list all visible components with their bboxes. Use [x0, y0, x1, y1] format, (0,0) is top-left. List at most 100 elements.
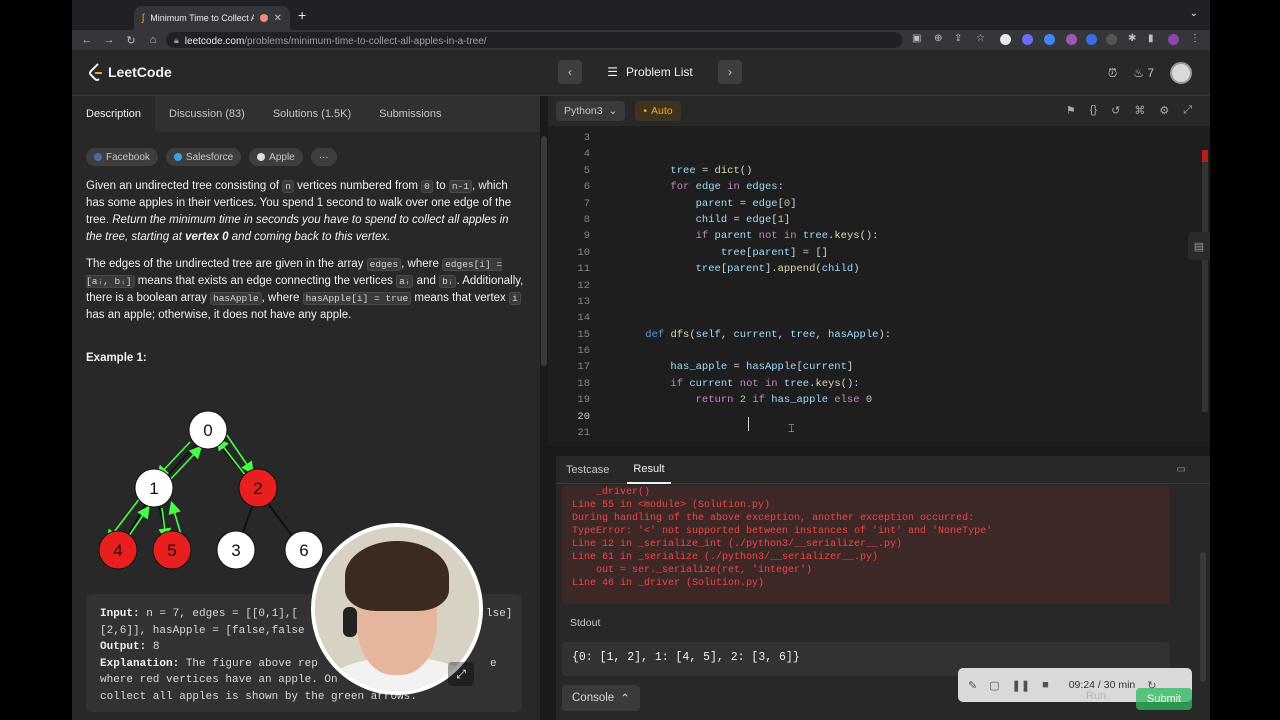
braces-icon[interactable]: {} [1090, 104, 1097, 117]
stop-icon[interactable]: ■ [1042, 679, 1049, 691]
home-icon[interactable]: ⌂ [142, 34, 164, 46]
leetcode-logo-icon [89, 63, 102, 81]
recording-indicator-icon [259, 14, 268, 22]
company-icon [94, 153, 102, 161]
puzzle-icon[interactable]: ✱ [1128, 33, 1136, 44]
tab-result[interactable]: Result [627, 456, 671, 484]
back-icon[interactable]: ← [76, 34, 98, 46]
logo-text: LeetCode [108, 64, 172, 80]
address-bar[interactable]: 🔒︎ leetcode.com/problems/minimum-time-to… [166, 32, 902, 48]
scrollbar-thumb[interactable] [1202, 162, 1208, 412]
expand-icon[interactable]: ⤢ [448, 662, 474, 686]
next-problem-button[interactable]: › [718, 60, 742, 84]
code-line: has_apple = hasApple[current] [670, 361, 854, 374]
extension-icon[interactable] [1000, 34, 1011, 45]
description-scrollbar[interactable] [540, 96, 548, 720]
tab-description[interactable]: Description [72, 96, 156, 132]
collapse-panel-icon[interactable]: ▭ [1177, 464, 1186, 475]
submit-button[interactable]: Submit [1136, 688, 1192, 710]
scrollbar-thumb[interactable] [541, 136, 547, 366]
settings-icon[interactable]: ⚙ [1159, 104, 1169, 117]
prev-problem-button[interactable]: ‹ [558, 60, 582, 84]
panel-resize-handle[interactable] [548, 446, 1210, 456]
tab-testcase[interactable]: Testcase [556, 456, 623, 484]
inline-code: aᵢ [396, 275, 414, 288]
camera-icon[interactable]: ▣ [912, 33, 921, 44]
forward-icon[interactable]: → [98, 34, 120, 46]
extension-icon[interactable] [1022, 34, 1033, 45]
tab-submissions[interactable]: Submissions [365, 96, 455, 132]
code-line: return 2 if has_apple else 0 [695, 394, 873, 407]
extension-icon[interactable] [1044, 34, 1055, 45]
browser-toolbar: ← → ↻ ⌂ 🔒︎ leetcode.com/problems/minimum… [72, 30, 1210, 50]
code-line: parent = edge[0] [695, 197, 797, 210]
webcam-toggle-icon[interactable]: ▢ [989, 679, 999, 692]
sidebar-icon[interactable]: ▮ [1148, 33, 1154, 44]
zoom-icon[interactable]: ⊕ [934, 33, 942, 44]
company-tag-apple[interactable]: Apple [249, 148, 303, 166]
problem-navigation: ‹ ☰ Problem List › [558, 60, 742, 84]
streak-counter[interactable]: ♨︎ 7 [1133, 66, 1154, 80]
code-line: if current not in tree.keys(): [670, 377, 860, 390]
input-text-end: lse] [486, 608, 513, 620]
problem-list-button[interactable]: ☰ Problem List [588, 60, 712, 84]
problem-list-label: Problem List [626, 65, 693, 79]
lock-icon: 🔒︎ [174, 34, 179, 45]
fullscreen-icon[interactable]: ⤢ [1183, 104, 1192, 117]
line-number: 15 [577, 328, 590, 341]
plus-icon[interactable]: + [298, 7, 306, 23]
browser-tab[interactable]: ʃ Minimum Time to Collect All... ✕ [134, 6, 290, 30]
menu-dots-icon[interactable]: ⋮ [1190, 33, 1200, 44]
line-number-gutter: 3 4 5 6 7 8 9 10 11 12 13 14 15 16 17 18 19 20 21 [548, 130, 610, 441]
inline-code: bᵢ [439, 275, 457, 288]
extension-icon[interactable] [1066, 34, 1077, 45]
tree-node-2: 2 [238, 468, 278, 508]
editor-scrollbar[interactable] [1200, 126, 1210, 446]
code-line: for edge in edges: [670, 181, 784, 194]
tab-discussion[interactable]: Discussion (83) [155, 96, 259, 132]
rec-extension-icon[interactable] [1106, 34, 1117, 45]
code-content[interactable]: tree = dict() for edge in edges: parent … [620, 130, 891, 441]
text: Given an undirected tree consisting of [86, 180, 283, 192]
text: to [432, 180, 449, 192]
document-icon[interactable]: ▤ [1188, 232, 1210, 260]
language-select[interactable]: Python3 ⌄ [556, 101, 626, 121]
star-icon[interactable]: ☆ [976, 33, 985, 44]
auto-complete-toggle[interactable]: • Auto [635, 101, 681, 121]
alarm-clock-icon[interactable]: ⏰︎ [1108, 66, 1117, 81]
chevron-down-icon[interactable]: ⌄ [1190, 8, 1198, 19]
result-scrollbar[interactable] [1200, 552, 1206, 682]
reload-icon[interactable]: ↻ [120, 34, 142, 47]
line-number: 12 [577, 279, 590, 292]
error-line: out = ser._serialize(ret, 'integer') [572, 565, 813, 576]
apple-logo-icon [257, 153, 266, 161]
fire-icon: ♨︎ [1133, 66, 1144, 80]
console-button[interactable]: Console ⌃ [562, 685, 640, 711]
profile-avatar[interactable] [1168, 34, 1179, 45]
more-companies-button[interactable]: ··· [310, 148, 337, 166]
pen-icon[interactable]: ✎ [968, 679, 977, 692]
run-button[interactable]: Run [1086, 690, 1106, 702]
close-tab-icon[interactable]: ✕ [274, 13, 282, 24]
leetcode-logo[interactable]: LeetCode [88, 62, 172, 82]
reset-icon[interactable]: ↺ [1111, 104, 1120, 117]
text: means that vertex [411, 292, 509, 304]
company-tag-salesforce[interactable]: Salesforce [165, 148, 242, 166]
auto-label: Auto [651, 105, 673, 117]
error-line: TypeError: '<' not supported between ins… [572, 526, 993, 537]
bookmark-icon[interactable]: ⚑ [1066, 104, 1076, 117]
shortcuts-icon[interactable]: ⌘ [1134, 104, 1145, 117]
code-editor[interactable]: 3 4 5 6 7 8 9 10 11 12 13 14 15 16 17 18 19 20 21 tree = d… [548, 126, 1210, 446]
tab-solutions[interactable]: Solutions (1.5K) [259, 96, 365, 132]
user-avatar[interactable] [1170, 62, 1192, 84]
company-tag-facebook[interactable]: Facebook [86, 148, 158, 166]
share-icon[interactable]: ⇪ [954, 33, 962, 44]
pause-icon[interactable]: ❚❚ [1012, 679, 1030, 692]
line-number: 11 [577, 263, 590, 276]
explanation-text: The figure above rep [179, 657, 318, 670]
extension-icon[interactable] [1086, 34, 1097, 45]
